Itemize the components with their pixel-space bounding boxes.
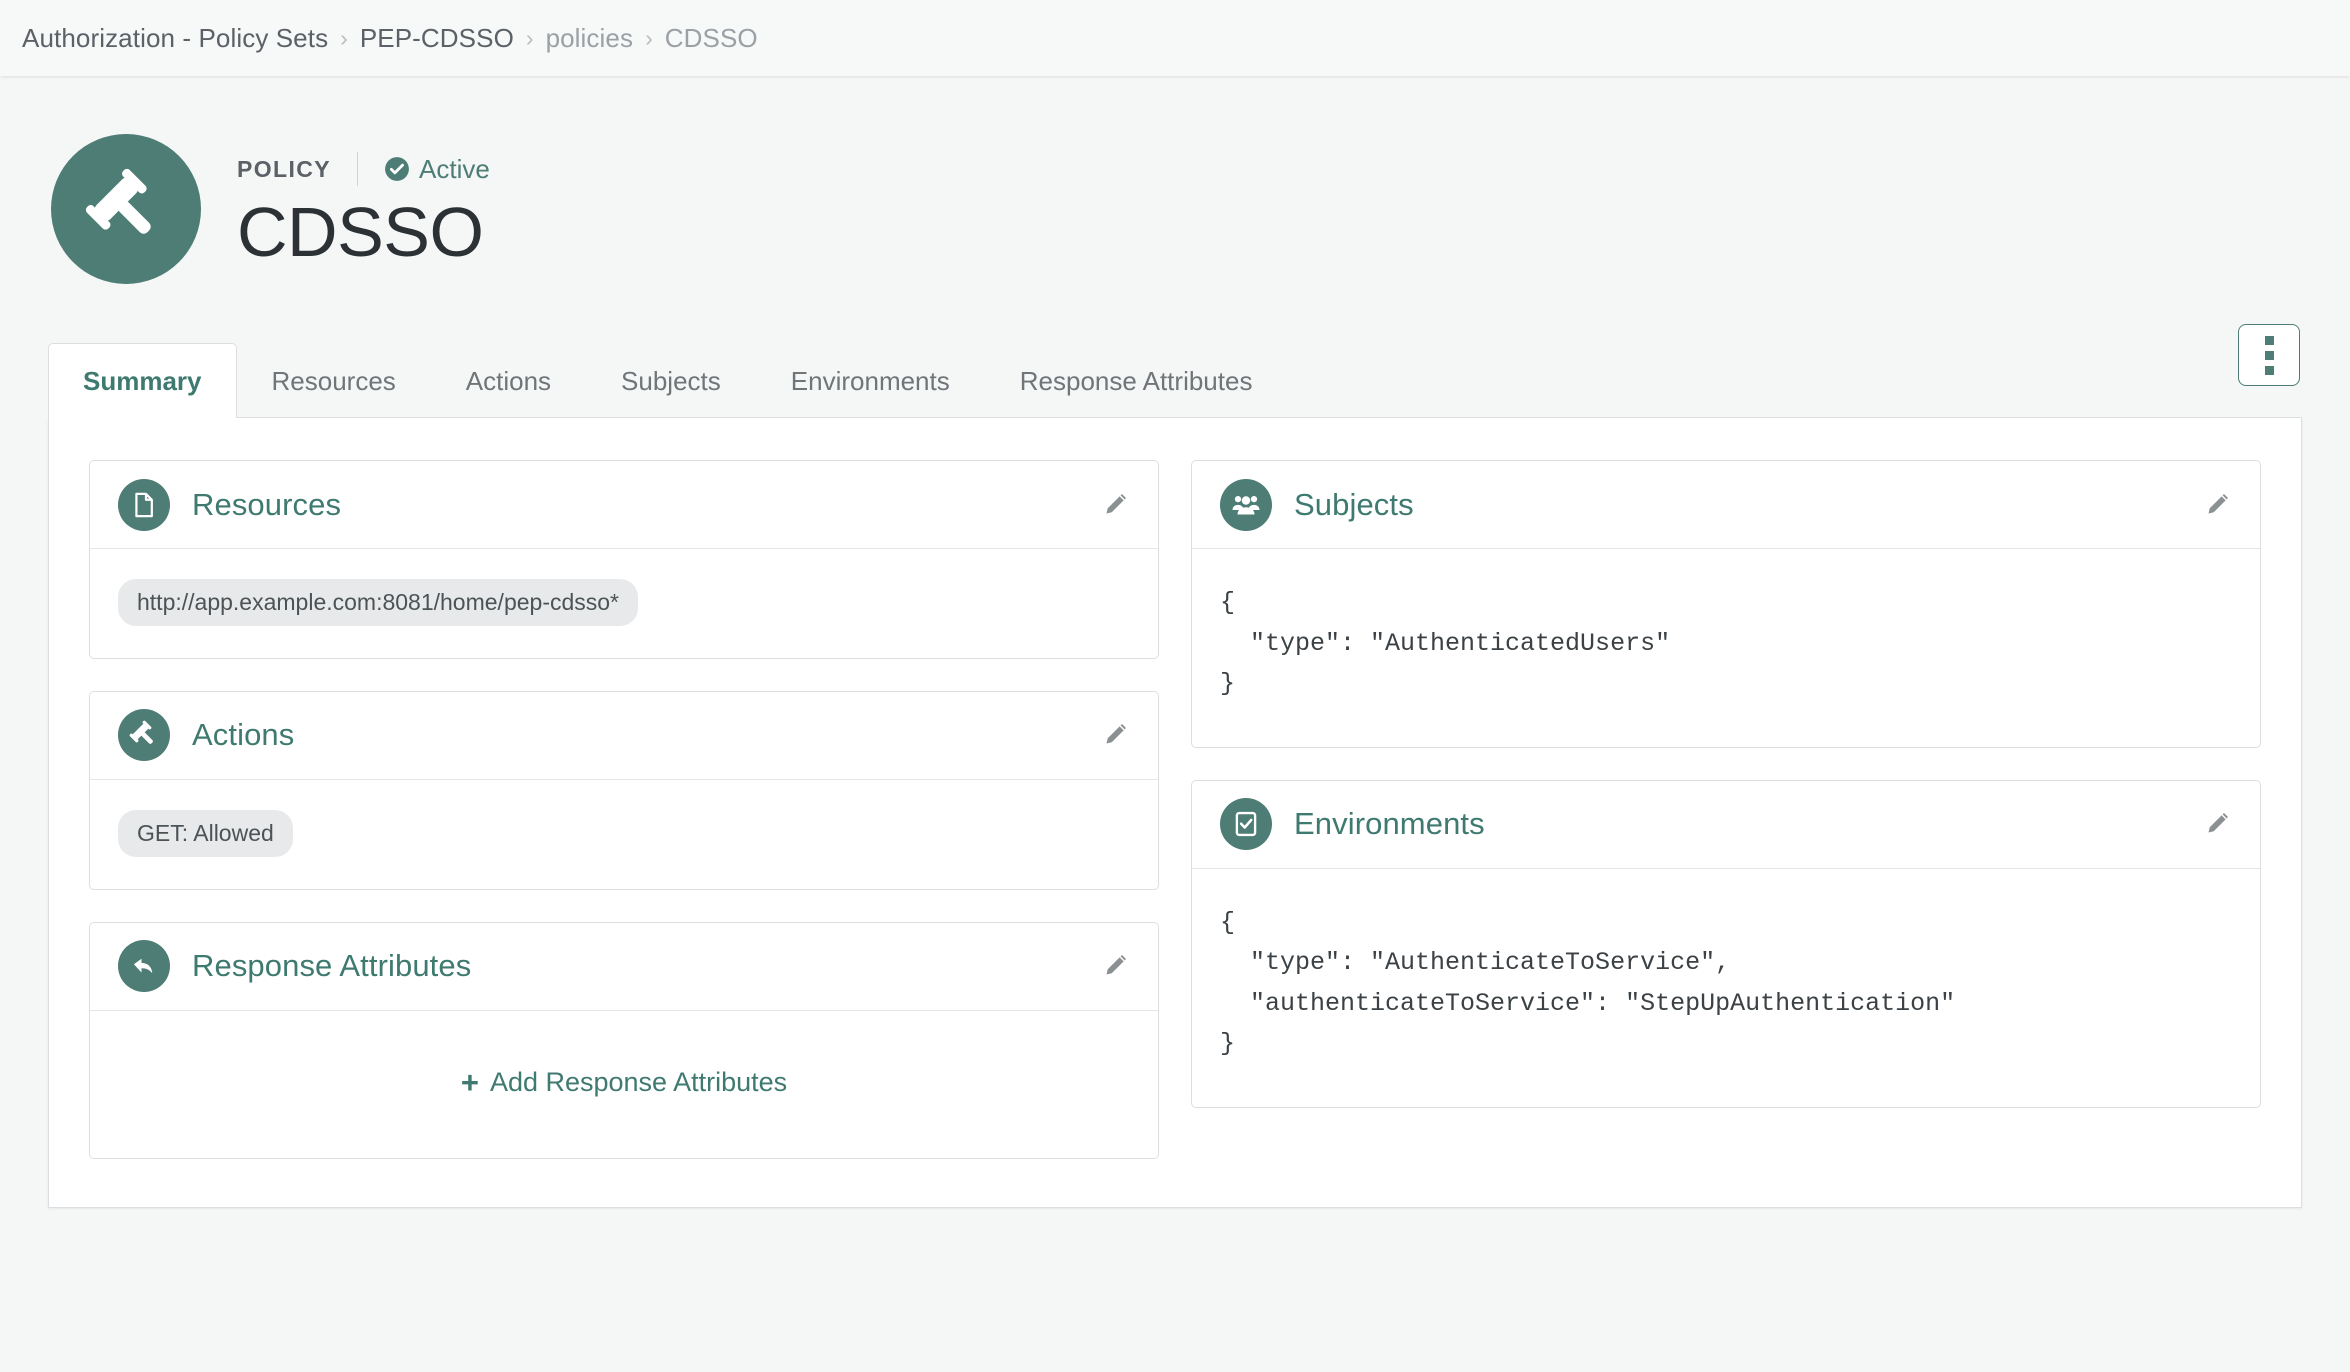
status-badge: Active	[384, 154, 490, 185]
plus-icon: +	[461, 1067, 479, 1098]
environments-card-body: { "type": "AuthenticateToService", "auth…	[1192, 869, 2260, 1107]
page-wrapper: POLICY Active CDSSO S	[0, 76, 2350, 1208]
pencil-icon[interactable]	[1100, 490, 1130, 520]
tab-resources[interactable]: Resources	[237, 343, 431, 418]
environments-json: { "type": "AuthenticateToService", "auth…	[1220, 903, 2232, 1065]
tab-subjects[interactable]: Subjects	[586, 343, 756, 418]
breadcrumb-item-policies[interactable]: policies	[546, 23, 634, 54]
tab-bar: Summary Resources Actions Subjects Envir…	[48, 342, 2302, 418]
subjects-card-title: Subjects	[1294, 487, 1414, 523]
pencil-icon[interactable]	[2202, 490, 2232, 520]
actions-card-header: Actions	[90, 692, 1158, 780]
response-attributes-card-header: Response Attributes	[90, 923, 1158, 1011]
tab-environments[interactable]: Environments	[756, 343, 985, 418]
tab-actions[interactable]: Actions	[431, 343, 586, 418]
actions-card: Actions GET: Allowed	[89, 691, 1159, 890]
subjects-card: Subjects { "type": "AuthenticatedUsers" …	[1191, 460, 2261, 748]
gavel-icon	[118, 709, 170, 761]
breadcrumb-item-authorization-policy-sets[interactable]: Authorization - Policy Sets	[22, 23, 328, 54]
check-circle-icon	[384, 156, 410, 182]
resources-card-header: Resources	[90, 461, 1158, 549]
resources-card-body: http://app.example.com:8081/home/pep-cds…	[90, 549, 1158, 658]
page-title: CDSSO	[237, 195, 490, 269]
policy-meta-row: POLICY Active	[237, 152, 490, 186]
add-response-attributes-button[interactable]: + Add Response Attributes	[118, 1045, 1130, 1116]
gavel-icon	[51, 134, 201, 284]
environments-card: Environments { "type": "AuthenticateToSe…	[1191, 780, 2261, 1108]
response-attributes-card-title: Response Attributes	[192, 948, 471, 984]
breadcrumb-item-cdsso: CDSSO	[665, 23, 758, 54]
response-attributes-card-body: + Add Response Attributes	[90, 1011, 1158, 1158]
resource-pill: http://app.example.com:8081/home/pep-cds…	[118, 579, 638, 626]
pencil-icon[interactable]	[1100, 951, 1130, 981]
users-group-icon	[1220, 479, 1272, 531]
actions-card-title: Actions	[192, 717, 294, 753]
right-column: Subjects { "type": "AuthenticatedUsers" …	[1191, 460, 2261, 1108]
breadcrumb-item-pep-cdsso[interactable]: PEP-CDSSO	[360, 23, 514, 54]
add-response-attributes-label: Add Response Attributes	[490, 1067, 787, 1098]
policy-header: POLICY Active CDSSO	[48, 76, 2302, 284]
tab-response-attributes[interactable]: Response Attributes	[985, 343, 1288, 418]
environments-card-header: Environments	[1192, 781, 2260, 869]
meta-divider	[357, 152, 358, 186]
left-column: Resources http://app.example.com:8081/ho…	[89, 460, 1159, 1159]
pencil-icon[interactable]	[1100, 720, 1130, 750]
status-badge-label: Active	[419, 154, 490, 185]
policy-kicker-label: POLICY	[237, 156, 331, 183]
subjects-json: { "type": "AuthenticatedUsers" }	[1220, 583, 2232, 705]
tab-summary[interactable]: Summary	[48, 343, 237, 418]
pencil-icon[interactable]	[2202, 809, 2232, 839]
response-attributes-card: Response Attributes + Add Response Attri…	[89, 922, 1159, 1159]
subjects-card-header: Subjects	[1192, 461, 2260, 549]
subjects-card-body: { "type": "AuthenticatedUsers" }	[1192, 549, 2260, 747]
breadcrumb-separator-icon: ›	[645, 27, 653, 50]
checkbox-checked-icon	[1220, 798, 1272, 850]
breadcrumb-separator-icon: ›	[340, 27, 348, 50]
breadcrumb-separator-icon: ›	[526, 27, 534, 50]
summary-panel: Resources http://app.example.com:8081/ho…	[48, 418, 2302, 1208]
action-pill: GET: Allowed	[118, 810, 293, 857]
resources-card-title: Resources	[192, 487, 341, 523]
resources-card: Resources http://app.example.com:8081/ho…	[89, 460, 1159, 659]
environments-card-title: Environments	[1294, 806, 1485, 842]
document-icon	[118, 479, 170, 531]
breadcrumb-bar: Authorization - Policy Sets › PEP-CDSSO …	[0, 0, 2350, 76]
policy-title-block: POLICY Active CDSSO	[237, 134, 490, 269]
actions-card-body: GET: Allowed	[90, 780, 1158, 889]
reply-arrow-icon	[118, 940, 170, 992]
